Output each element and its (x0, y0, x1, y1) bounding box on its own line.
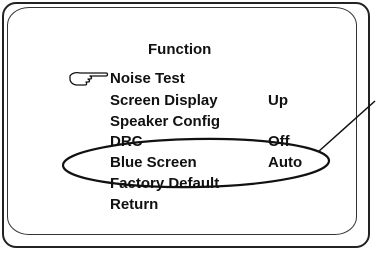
menu-value-screen-display: Up (268, 92, 288, 109)
menu-item-drc[interactable]: DRC (110, 133, 143, 150)
pointing-hand-icon (69, 71, 109, 86)
menu-item-factory-default[interactable]: Factory Default (110, 175, 219, 192)
menu-item-blue-screen[interactable]: Blue Screen (110, 154, 197, 171)
menu-title: Function (148, 41, 212, 58)
menu-item-return[interactable]: Return (110, 196, 158, 213)
menu-item-noise-test[interactable]: Noise Test (110, 70, 185, 87)
menu-value-blue-screen: Auto (268, 154, 303, 171)
menu-value-drc: Off (268, 133, 290, 150)
osd-figure: Function Noise Test Screen Display Up Sp… (0, 0, 378, 254)
menu-item-speaker-config[interactable]: Speaker Config (110, 113, 220, 130)
menu-item-screen-display[interactable]: Screen Display (110, 92, 218, 109)
